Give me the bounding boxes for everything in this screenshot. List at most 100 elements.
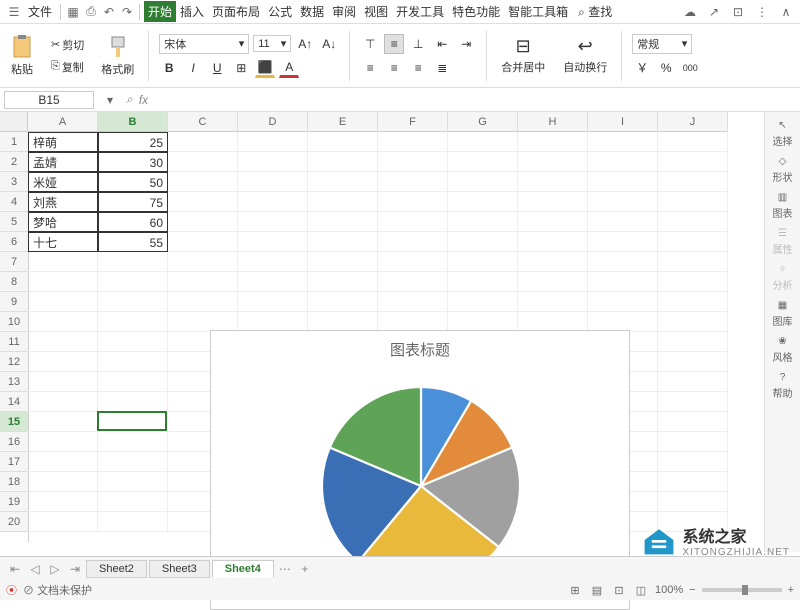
decrease-font-button[interactable]: A↓	[319, 34, 339, 54]
format-painter-button[interactable]: 格式刷	[97, 33, 138, 79]
tab-开始[interactable]: 开始	[144, 1, 176, 22]
percent-button[interactable]: %	[656, 58, 676, 78]
cell[interactable]	[588, 272, 658, 292]
cell[interactable]	[378, 232, 448, 252]
cell[interactable]	[28, 452, 98, 472]
cell[interactable]	[168, 132, 238, 152]
cell[interactable]	[448, 172, 518, 192]
more-icon[interactable]: ⋮	[754, 4, 770, 20]
cell[interactable]	[658, 212, 728, 232]
cell[interactable]	[658, 352, 728, 372]
cell[interactable]	[238, 152, 308, 172]
number-format-select[interactable]: 常规▾	[632, 34, 692, 54]
row-header-3[interactable]: 3	[0, 172, 28, 192]
row-header-15[interactable]: 15	[0, 412, 28, 432]
cell-data[interactable]: 十七	[28, 232, 98, 252]
cell[interactable]	[98, 332, 168, 352]
zoom-slider[interactable]	[702, 588, 782, 592]
cell-data[interactable]: 梦哈	[28, 212, 98, 232]
cell-data[interactable]: 梓萌	[28, 132, 98, 152]
indent-increase-button[interactable]: ⇥	[456, 34, 476, 54]
cell[interactable]	[658, 252, 728, 272]
cell[interactable]	[28, 292, 98, 312]
cell[interactable]	[658, 452, 728, 472]
redo-icon[interactable]: ↷	[119, 4, 135, 20]
cell[interactable]	[518, 152, 588, 172]
border-button[interactable]: ⊞	[231, 58, 251, 78]
cell[interactable]	[238, 232, 308, 252]
cell[interactable]	[308, 132, 378, 152]
cell[interactable]	[518, 172, 588, 192]
cell[interactable]	[168, 172, 238, 192]
cell[interactable]	[378, 292, 448, 312]
cell[interactable]	[588, 232, 658, 252]
cell[interactable]	[658, 372, 728, 392]
row-header-19[interactable]: 19	[0, 492, 28, 512]
cell[interactable]	[658, 152, 728, 172]
col-header-G[interactable]: G	[448, 112, 518, 132]
col-header-I[interactable]: I	[588, 112, 658, 132]
side-help[interactable]: ?帮助	[773, 372, 793, 400]
fx-icon[interactable]: ⌕	[126, 92, 133, 107]
row-header-9[interactable]: 9	[0, 292, 28, 312]
view-normal-button[interactable]: ⊞	[567, 582, 583, 598]
justify-button[interactable]: ≣	[432, 58, 452, 78]
cell-data[interactable]: 米娅	[28, 172, 98, 192]
spreadsheet-grid[interactable]: 1234567891011121314151617181920 ABCDEFGH…	[0, 112, 800, 542]
cell[interactable]	[378, 192, 448, 212]
sheet-prev-button[interactable]: ◁	[26, 560, 44, 578]
thousands-button[interactable]: 000	[680, 58, 700, 78]
cell[interactable]	[238, 272, 308, 292]
cut-button[interactable]: ✂剪切	[48, 36, 87, 54]
cell[interactable]	[658, 312, 728, 332]
cell[interactable]	[238, 252, 308, 272]
tab-审阅[interactable]: 审阅	[328, 1, 360, 22]
row-header-12[interactable]: 12	[0, 352, 28, 372]
cell[interactable]	[658, 272, 728, 292]
cell[interactable]	[308, 252, 378, 272]
cell[interactable]	[448, 212, 518, 232]
col-header-E[interactable]: E	[308, 112, 378, 132]
cell[interactable]	[308, 152, 378, 172]
share-icon[interactable]: ↗	[706, 4, 722, 20]
cell[interactable]	[28, 272, 98, 292]
cell[interactable]	[518, 272, 588, 292]
cell[interactable]	[448, 272, 518, 292]
cell[interactable]	[518, 192, 588, 212]
cell[interactable]	[98, 252, 168, 272]
tab-开发工具[interactable]: 开发工具	[392, 1, 448, 22]
sheet-next-button[interactable]: ▷	[46, 560, 64, 578]
cell[interactable]	[28, 312, 98, 332]
cell-data[interactable]: 25	[98, 132, 168, 152]
cell[interactable]	[378, 252, 448, 272]
col-header-C[interactable]: C	[168, 112, 238, 132]
row-header-5[interactable]: 5	[0, 212, 28, 232]
cell[interactable]	[378, 272, 448, 292]
name-box[interactable]: B15	[4, 91, 94, 109]
font-color-button[interactable]: A	[279, 58, 299, 78]
cell[interactable]	[658, 432, 728, 452]
cell[interactable]	[378, 312, 448, 332]
cell-data[interactable]: 刘燕	[28, 192, 98, 212]
cell[interactable]	[98, 312, 168, 332]
cell[interactable]	[98, 372, 168, 392]
tab-视图[interactable]: 视图	[360, 1, 392, 22]
tab-公式[interactable]: 公式	[264, 1, 296, 22]
col-header-B[interactable]: B	[98, 112, 168, 132]
sheet-tab-Sheet2[interactable]: Sheet2	[86, 560, 147, 578]
row-header-2[interactable]: 2	[0, 152, 28, 172]
chart-title[interactable]: 图表标题	[211, 331, 629, 368]
zoom-level[interactable]: 100%	[655, 584, 683, 596]
cell-data[interactable]: 60	[98, 212, 168, 232]
underline-button[interactable]: U	[207, 58, 227, 78]
sheet-menu-button[interactable]: ⋯	[276, 560, 294, 578]
copy-button[interactable]: ⎘复制	[48, 58, 87, 76]
cell-data[interactable]: 30	[98, 152, 168, 172]
chevron-up-icon[interactable]: ∧	[778, 4, 794, 20]
cell[interactable]	[518, 292, 588, 312]
align-middle-button[interactable]: ≡	[384, 34, 404, 54]
zoom-in-button[interactable]: +	[788, 584, 794, 596]
settings-icon[interactable]: ⊡	[730, 4, 746, 20]
cell[interactable]	[658, 132, 728, 152]
cell[interactable]	[588, 292, 658, 312]
